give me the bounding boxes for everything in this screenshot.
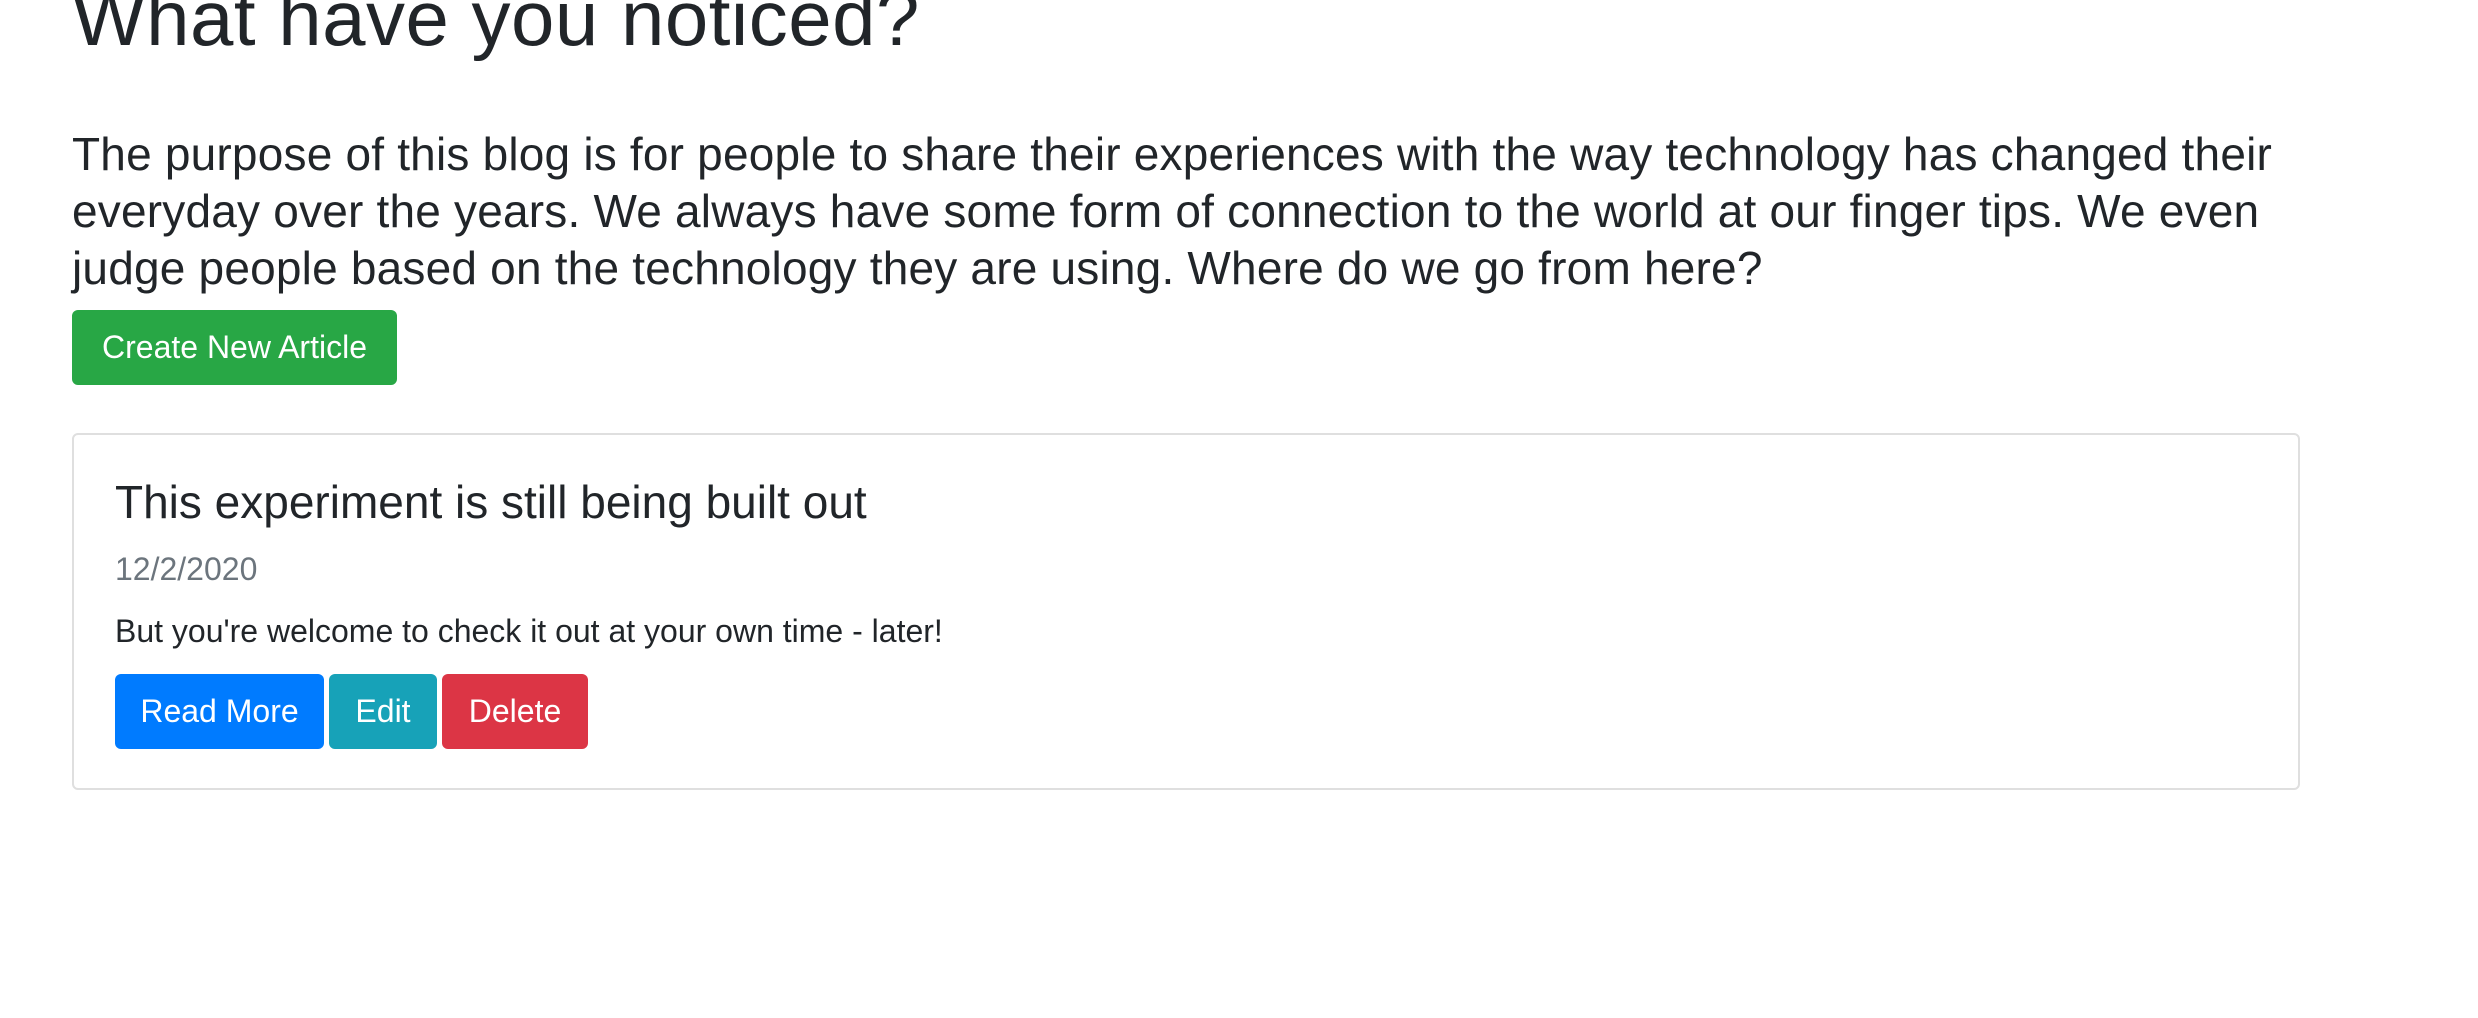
blog-intro-text: The purpose of this blog is for people t…	[72, 128, 2273, 294]
article-date: 12/2/2020	[115, 551, 258, 587]
page: What have you noticed? The purpose of th…	[0, 0, 2478, 1018]
article-description: But you're welcome to check it out at yo…	[115, 613, 943, 649]
create-new-article-button[interactable]: Create New Article	[72, 310, 397, 385]
article-card: This experiment is still being built out…	[72, 433, 2300, 790]
page-title: What have you noticed?	[72, 0, 920, 62]
article-actions: Read More Edit Delete	[115, 674, 588, 749]
read-more-button[interactable]: Read More	[115, 674, 324, 749]
edit-button[interactable]: Edit	[329, 674, 437, 749]
article-title: This experiment is still being built out	[115, 476, 867, 528]
delete-button[interactable]: Delete	[442, 674, 588, 749]
